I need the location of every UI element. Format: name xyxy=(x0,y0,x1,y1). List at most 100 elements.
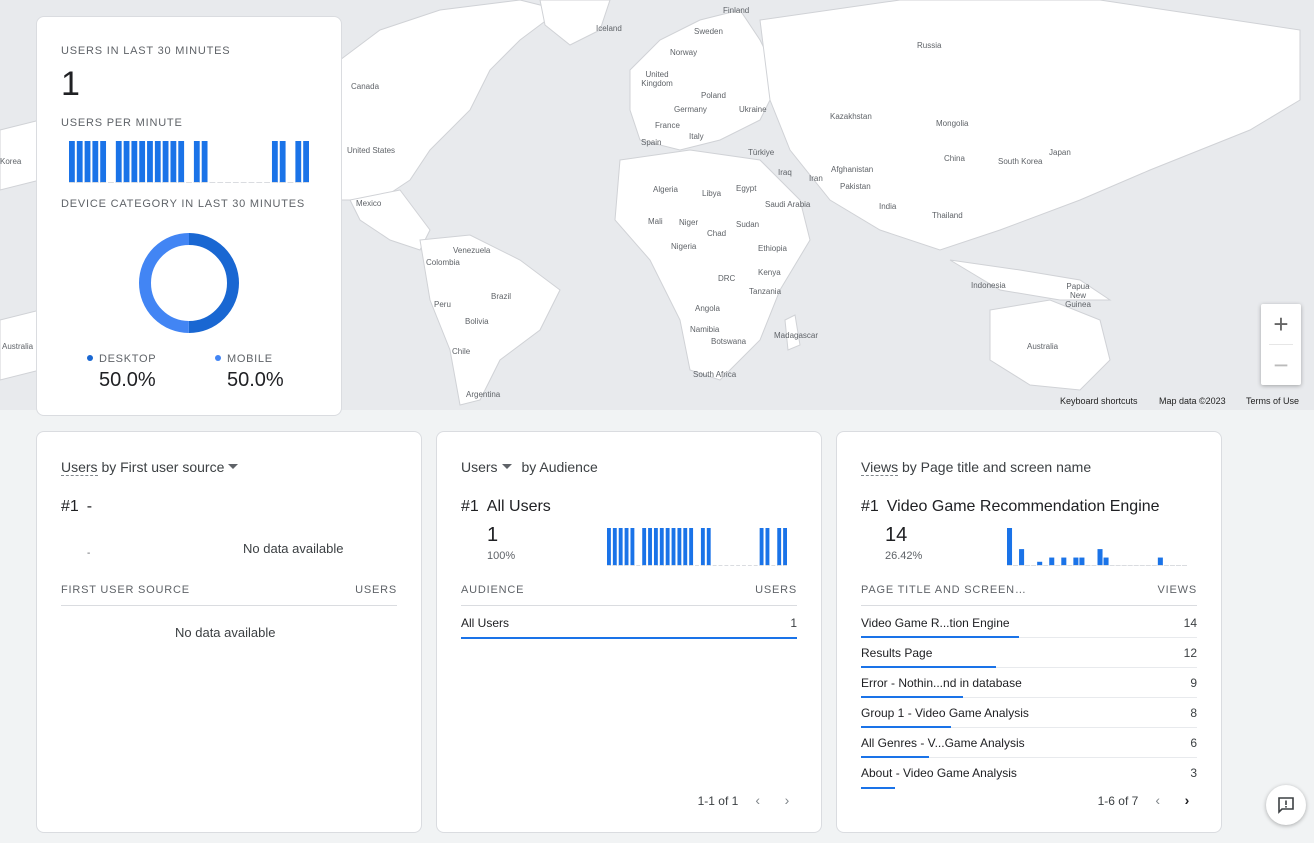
col-users[interactable]: USERS xyxy=(755,584,797,596)
map-label: Indonesia xyxy=(971,281,1006,290)
bar xyxy=(100,141,107,183)
table-row[interactable]: All Genres - V...Game Analysis 6 xyxy=(861,728,1197,758)
keyboard-shortcuts-link[interactable]: Keyboard shortcuts xyxy=(1060,396,1138,406)
table-row[interactable]: About - Video Game Analysis 3 xyxy=(861,758,1197,789)
bar xyxy=(201,141,208,183)
map-label: Mongolia xyxy=(936,119,969,128)
users-per-minute-title: USERS PER MINUTE xyxy=(61,117,183,129)
bar-baseline xyxy=(1121,565,1127,566)
bar-baseline xyxy=(131,182,138,183)
bar-baseline xyxy=(1109,565,1115,566)
bar xyxy=(295,141,302,183)
table-row[interactable]: Results Page 12 xyxy=(861,638,1197,668)
bar-baseline xyxy=(1085,565,1091,566)
col-users[interactable]: USERS xyxy=(355,584,397,596)
bar-baseline xyxy=(1031,565,1037,566)
col-page-title[interactable]: PAGE TITLE AND SCREEN… xyxy=(861,584,1027,596)
bar-baseline xyxy=(1115,565,1121,566)
views-card-header: Views by Page title and screen name xyxy=(861,459,1091,476)
col-views[interactable]: VIEWS xyxy=(1158,584,1197,596)
dropdown-caret-icon xyxy=(501,464,512,469)
bar xyxy=(1049,557,1055,566)
dropdown-caret-icon xyxy=(228,464,239,469)
row-share-bar xyxy=(461,637,797,639)
next-page-icon[interactable]: › xyxy=(777,792,797,808)
audience-card: Users by Audience #1 All Users 1 100% AUD… xyxy=(436,431,822,833)
row-value: 8 xyxy=(1190,706,1197,720)
source-top-value: - xyxy=(87,548,91,559)
map-label: Algeria xyxy=(653,185,678,194)
bar xyxy=(1019,549,1025,566)
row-label: Video Game R...tion Engine xyxy=(861,616,1010,630)
table-row[interactable]: Video Game R...tion Engine 14 xyxy=(861,608,1197,638)
prev-page-icon[interactable]: ‹ xyxy=(748,792,768,808)
map-label: Colombia xyxy=(426,258,460,267)
bar-baseline xyxy=(677,565,682,566)
bar-baseline xyxy=(209,182,216,183)
map-label: Germany xyxy=(674,105,707,114)
bar xyxy=(706,528,711,566)
bar-baseline xyxy=(689,565,694,566)
bar xyxy=(92,141,99,183)
bar-baseline xyxy=(683,565,688,566)
map-label: Botswana xyxy=(711,337,747,346)
source-card-header: Users by First user source xyxy=(61,459,239,476)
zoom-out-button[interactable]: − xyxy=(1261,345,1301,385)
bar-baseline xyxy=(1025,565,1031,566)
map-label: Ethiopia xyxy=(758,244,787,253)
map-label: Afghanistan xyxy=(831,165,874,174)
bar xyxy=(147,141,153,183)
table-row[interactable]: All Users 1 xyxy=(461,608,797,639)
bar-baseline xyxy=(92,182,99,183)
feedback-button[interactable] xyxy=(1266,785,1306,825)
views-metric-label[interactable]: Views xyxy=(861,459,899,476)
table-row[interactable]: Error - Nothin...nd in database 9 xyxy=(861,668,1197,698)
bar-baseline xyxy=(1163,565,1169,566)
bar xyxy=(1073,557,1079,566)
bar-baseline xyxy=(1013,565,1019,566)
bar-baseline xyxy=(115,182,122,183)
bar xyxy=(777,528,782,566)
map-label: Norway xyxy=(670,48,698,57)
bar-baseline xyxy=(636,565,641,566)
bar-baseline xyxy=(225,182,231,183)
bar xyxy=(607,528,611,566)
bar-baseline xyxy=(147,182,153,183)
row-value: 14 xyxy=(1183,616,1197,630)
bar-baseline xyxy=(742,565,746,566)
bar-baseline xyxy=(178,182,185,183)
views-top-percent: 26.42% xyxy=(885,550,923,562)
col-first-user-source[interactable]: FIRST USER SOURCE xyxy=(61,584,190,596)
bar xyxy=(131,141,138,183)
next-page-icon[interactable]: › xyxy=(1177,792,1197,808)
audience-dimension-label: by Audience xyxy=(521,459,598,475)
bar xyxy=(1079,557,1085,566)
bar-baseline xyxy=(240,182,247,183)
desktop-label: DESKTOP xyxy=(99,353,157,365)
map-label: Finland xyxy=(723,6,750,15)
bar xyxy=(1103,557,1109,566)
bar xyxy=(193,141,200,183)
audience-pager: 1-1 of 1 ‹ › xyxy=(698,792,797,808)
source-dimension-selector[interactable]: by First user source xyxy=(101,459,239,475)
col-audience[interactable]: AUDIENCE xyxy=(461,584,524,596)
map-label: Sweden xyxy=(694,27,723,36)
audience-metric-selector[interactable]: Users xyxy=(461,459,512,475)
bar-baseline xyxy=(1103,565,1109,566)
prev-page-icon[interactable]: ‹ xyxy=(1148,792,1168,808)
bar-baseline xyxy=(759,565,764,566)
bar-baseline xyxy=(706,565,711,566)
bar xyxy=(271,141,278,183)
map-label: Brazil xyxy=(491,292,512,301)
table-row[interactable]: Group 1 - Video Game Analysis 8 xyxy=(861,698,1197,728)
bar-baseline xyxy=(303,182,309,183)
device-donut-chart xyxy=(139,233,239,333)
source-metric-label[interactable]: Users xyxy=(61,459,98,476)
bar xyxy=(123,141,130,183)
zoom-in-button[interactable]: + xyxy=(1261,304,1301,344)
map-label: Madagascar xyxy=(774,331,819,340)
bar-baseline xyxy=(607,565,611,566)
map-label: Ukraine xyxy=(739,105,767,114)
terms-link[interactable]: Terms of Use xyxy=(1246,396,1299,406)
bar xyxy=(1097,549,1103,566)
